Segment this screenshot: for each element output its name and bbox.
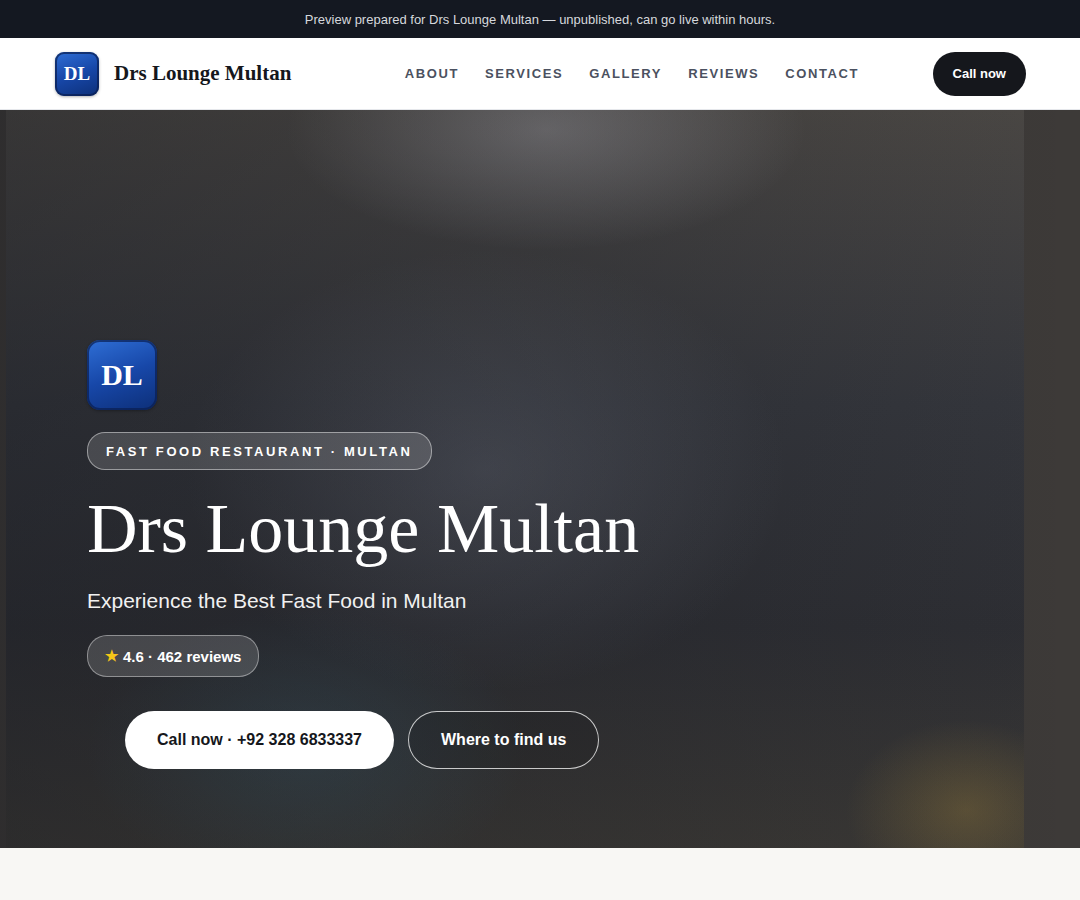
rating-text: 4.6 · 462 reviews <box>123 648 241 665</box>
nav-links: ABOUT SERVICES GALLERY REVIEWS CONTACT <box>405 66 859 81</box>
top-nav: DL Drs Lounge Multan ABOUT SERVICES GALLERY R… <box>0 38 1080 110</box>
call-button[interactable]: Call now · +92 328 6833337 <box>125 711 394 769</box>
preview-banner: Preview prepared for Drs Lounge Multan —… <box>0 0 1080 38</box>
brand[interactable]: DL Drs Lounge Multan <box>55 52 291 96</box>
nav-link[interactable]: GALLERY <box>589 66 662 81</box>
nav-link[interactable]: CONTACT <box>785 66 859 81</box>
hero-logo: DL <box>87 340 157 410</box>
brand-name[interactable]: Drs Lounge Multan <box>114 61 291 86</box>
hero: DL FAST FOOD RESTAURANT · MULTAN Drs Loung… <box>0 110 1080 848</box>
call-now-button[interactable]: Call now <box>933 52 1026 96</box>
category-tag: FAST FOOD RESTAURANT · MULTAN <box>87 432 432 470</box>
rating-badge: ★ 4.6 · 462 reviews <box>87 635 259 677</box>
directions-button[interactable]: Where to find us <box>408 711 599 769</box>
hero-title: Drs Lounge Multan <box>87 490 639 567</box>
hero-content: DL FAST FOOD RESTAURANT · MULTAN Drs Loung… <box>0 110 1080 769</box>
hero-subtitle: Experience the Best Fast Food in Multan <box>87 589 466 613</box>
nav-link[interactable]: ABOUT <box>405 66 459 81</box>
nav-link[interactable]: SERVICES <box>485 66 563 81</box>
hero-buttons: Call now · +92 328 6833337Where to find … <box>125 711 599 769</box>
star-icon: ★ <box>105 647 118 665</box>
logo[interactable]: DL <box>55 52 99 96</box>
nav-link[interactable]: REVIEWS <box>688 66 759 81</box>
